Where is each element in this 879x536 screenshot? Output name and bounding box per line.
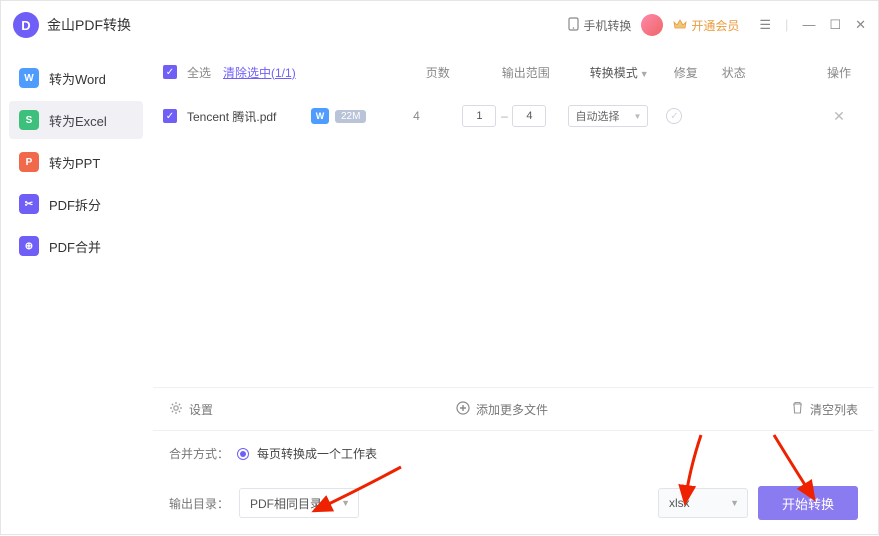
mobile-convert-link[interactable]: 手机转换 [568,17,631,34]
range-group: – [444,105,564,127]
sidebar-item-excel[interactable]: S 转为Excel [9,101,143,139]
file-name: Tencent 腾讯.pdf [187,108,307,125]
file-row: ✓ Tencent 腾讯.pdf W 22M 4 – 自动选择 ▼ ✓ ✕ [153,95,874,137]
plus-circle-icon [456,401,470,418]
chevron-down-icon: ▼ [730,498,739,508]
sidebar-item-label: 转为Word [49,69,106,88]
bottom-panel: 合并方式： 每页转换成一个工作表 输出目录： PDF相同目录 ▼ xlsx ▼ … [153,431,874,536]
row-checkbox[interactable]: ✓ [163,109,177,123]
row-remove-button[interactable]: ✕ [814,108,864,125]
file-type-icon: W [311,108,329,124]
titlebar: D 金山PDF转换 手机转换 开通会员 ☰ | — ☐ ✕ [1,1,878,49]
sidebar-item-ppt[interactable]: P 转为PPT [9,143,143,181]
sidebar-item-split[interactable]: ✂ PDF拆分 [9,185,143,223]
sidebar-item-merge[interactable]: ⊕ PDF合并 [9,227,143,265]
menu-icon[interactable]: ☰ [759,17,771,33]
mobile-convert-label: 手机转换 [583,17,631,34]
app-logo-icon: D [13,12,39,38]
vip-link[interactable]: 开通会员 [673,17,739,34]
minimize-button[interactable]: — [802,17,815,33]
mode-select[interactable]: 自动选择 ▼ [568,105,648,127]
sidebar: W 转为Word S 转为Excel P 转为PPT ✂ PDF拆分 ⊕ PDF… [1,49,151,536]
th-mode-dropdown[interactable]: 转换模式▼ [590,64,670,81]
settings-button[interactable]: 设置 [169,401,213,418]
maximize-button[interactable]: ☐ [829,17,841,33]
close-button[interactable]: ✕ [855,17,866,33]
add-more-files-button[interactable]: 添加更多文件 [456,401,548,418]
chevron-down-icon: ▼ [341,498,350,508]
th-range: 输出范围 [466,64,586,81]
merge-radio[interactable] [237,448,249,460]
app-title: 金山PDF转换 [47,15,568,35]
phone-icon [568,17,579,34]
split-icon: ✂ [19,194,39,214]
range-from-input[interactable] [462,105,496,127]
sidebar-item-word[interactable]: W 转为Word [9,59,143,97]
ppt-icon: P [19,152,39,172]
repair-icon[interactable]: ✓ [666,108,682,124]
chevron-down-icon: ▼ [640,69,649,79]
start-convert-button[interactable]: 开始转换 [758,486,858,520]
select-all-label: 全选 [187,64,211,81]
sidebar-item-label: 转为Excel [49,111,107,130]
format-select[interactable]: xlsx ▼ [658,488,748,518]
user-avatar[interactable] [641,14,663,36]
th-ops: 操作 [814,64,864,81]
word-icon: W [19,68,39,88]
output-label: 输出目录： [169,495,229,512]
clear-selection-link[interactable]: 清除选中(1/1) [223,64,296,81]
gear-icon [169,401,183,418]
merge-icon: ⊕ [19,236,39,256]
file-size-badge: 22M [335,110,366,123]
output-dir-select[interactable]: PDF相同目录 ▼ [239,488,359,518]
excel-icon: S [19,110,39,130]
vip-label: 开通会员 [691,17,739,34]
sidebar-item-label: PDF拆分 [49,195,101,214]
sidebar-item-label: 转为PPT [49,153,100,172]
th-pages: 页数 [414,64,462,81]
merge-label: 合并方式： [169,445,229,462]
select-all-checkbox[interactable]: ✓ [163,65,177,79]
chevron-down-icon: ▼ [634,112,642,121]
crown-icon [673,18,687,33]
th-repair: 修复 [674,64,718,81]
clear-list-button[interactable]: 清空列表 [791,401,858,418]
file-pages: 4 [392,109,440,123]
sidebar-item-label: PDF合并 [49,237,101,256]
range-to-input[interactable] [512,105,546,127]
list-toolbar: 设置 添加更多文件 清空列表 [153,387,874,431]
th-status: 状态 [722,64,766,81]
merge-option-label: 每页转换成一个工作表 [257,445,377,462]
table-header: ✓ 全选 清除选中(1/1) 页数 输出范围 转换模式▼ 修复 状态 操作 [153,49,874,95]
trash-icon [791,401,804,418]
